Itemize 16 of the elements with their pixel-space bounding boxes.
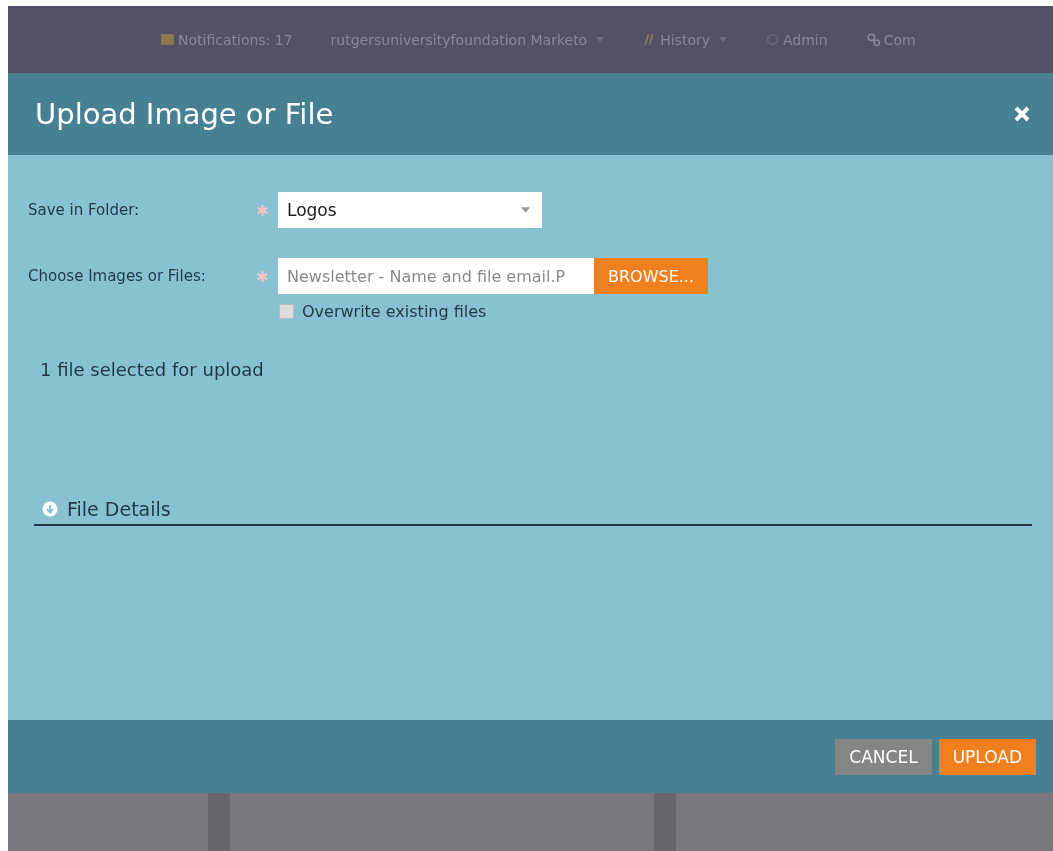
file-field[interactable]: Newsletter - Name and file email.P bbox=[278, 258, 594, 294]
status-text: 1 file selected for upload bbox=[40, 359, 265, 380]
cancel-button[interactable]: CANCEL bbox=[835, 738, 932, 775]
checkbox-label: Overwrite existing files bbox=[302, 302, 487, 321]
browse-button[interactable]: BROWSE... bbox=[594, 258, 709, 294]
gears-icon bbox=[865, 32, 881, 47]
close-icon bbox=[1013, 105, 1031, 123]
close-button[interactable] bbox=[1013, 105, 1031, 123]
folder-dropdown[interactable]: Logos bbox=[278, 192, 542, 228]
caret-icon bbox=[521, 207, 530, 213]
section-title[interactable]: File Details bbox=[67, 498, 171, 520]
dialog-title: Upload Image or File bbox=[35, 97, 334, 131]
field-label: Save in Folder: bbox=[28, 201, 141, 219]
upload-button[interactable]: UPLOAD bbox=[938, 738, 1036, 775]
field-label: Choose Images or Files: bbox=[28, 267, 207, 285]
checkbox[interactable] bbox=[279, 304, 294, 319]
